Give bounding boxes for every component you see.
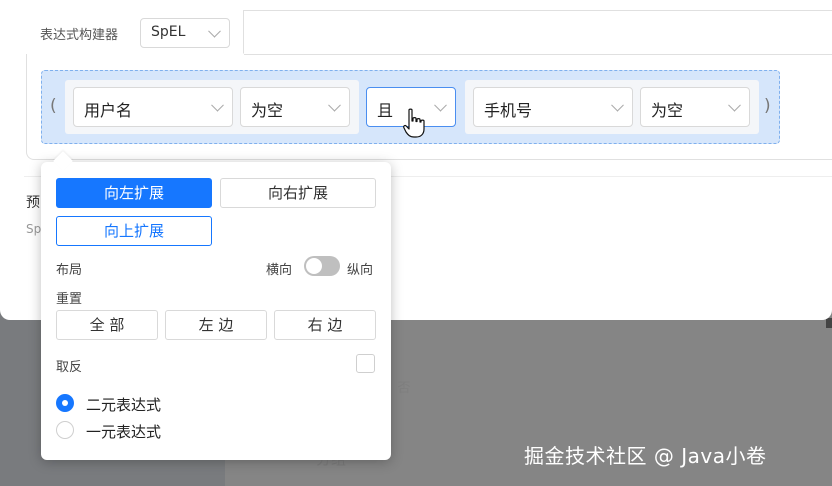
right-field-value: 手机号 — [484, 101, 533, 120]
unary-expression-radio[interactable] — [56, 421, 74, 439]
left-operator-select[interactable]: 为空 — [240, 87, 350, 127]
chevron-down-icon — [211, 98, 224, 112]
preview-label: 预 — [26, 195, 40, 211]
builder-title: 表达式构建器 — [40, 28, 119, 43]
open-paren: ( — [50, 96, 57, 116]
chevron-down-icon — [611, 98, 624, 112]
mode-select[interactable]: SpEL — [140, 18, 230, 48]
preview-value: Sp — [26, 222, 42, 236]
binary-expression-radio[interactable] — [56, 394, 74, 412]
builder-header-line — [244, 54, 832, 55]
toggle-knob — [306, 258, 322, 274]
chevron-down-icon — [434, 98, 447, 112]
chevron-down-icon — [728, 98, 741, 112]
layout-vertical-label: 纵向 — [347, 263, 374, 278]
right-operator-value: 为空 — [651, 101, 684, 120]
left-field-value: 用户名 — [84, 101, 133, 120]
mode-select-value: SpEL — [151, 24, 186, 40]
reset-right-button[interactable]: 右 边 — [274, 310, 376, 340]
left-field-select[interactable]: 用户名 — [73, 87, 233, 127]
negate-checkbox[interactable] — [356, 354, 375, 373]
reset-all-button[interactable]: 全 部 — [56, 310, 158, 340]
expand-left-button[interactable]: 向左扩展 — [56, 178, 212, 208]
expand-right-button[interactable]: 向右扩展 — [220, 178, 376, 208]
close-paren: ) — [764, 96, 771, 116]
right-operator-select[interactable]: 为空 — [640, 87, 750, 127]
layout-toggle[interactable] — [304, 256, 340, 276]
background-edge — [826, 318, 832, 328]
right-field-select[interactable]: 手机号 — [473, 87, 633, 127]
logic-operator-value: 且 — [377, 101, 394, 120]
chevron-down-icon — [208, 24, 221, 38]
hand-pointer-cursor-icon — [403, 108, 425, 138]
chevron-down-icon — [328, 98, 341, 112]
expand-up-button[interactable]: 向上扩展 — [56, 216, 212, 246]
reset-left-button[interactable]: 左 边 — [165, 310, 267, 340]
unary-expression-label[interactable]: 一元表达式 — [86, 421, 161, 442]
watermark: 掘金技术社区 @ Java小卷 — [524, 444, 767, 468]
left-operator-value: 为空 — [251, 101, 284, 120]
layout-horizontal-label: 横向 — [266, 263, 293, 278]
negate-label: 取反 — [56, 360, 83, 375]
reset-label: 重置 — [56, 292, 83, 307]
layout-label: 布局 — [56, 263, 83, 278]
binary-expression-label[interactable]: 二元表达式 — [86, 394, 161, 415]
